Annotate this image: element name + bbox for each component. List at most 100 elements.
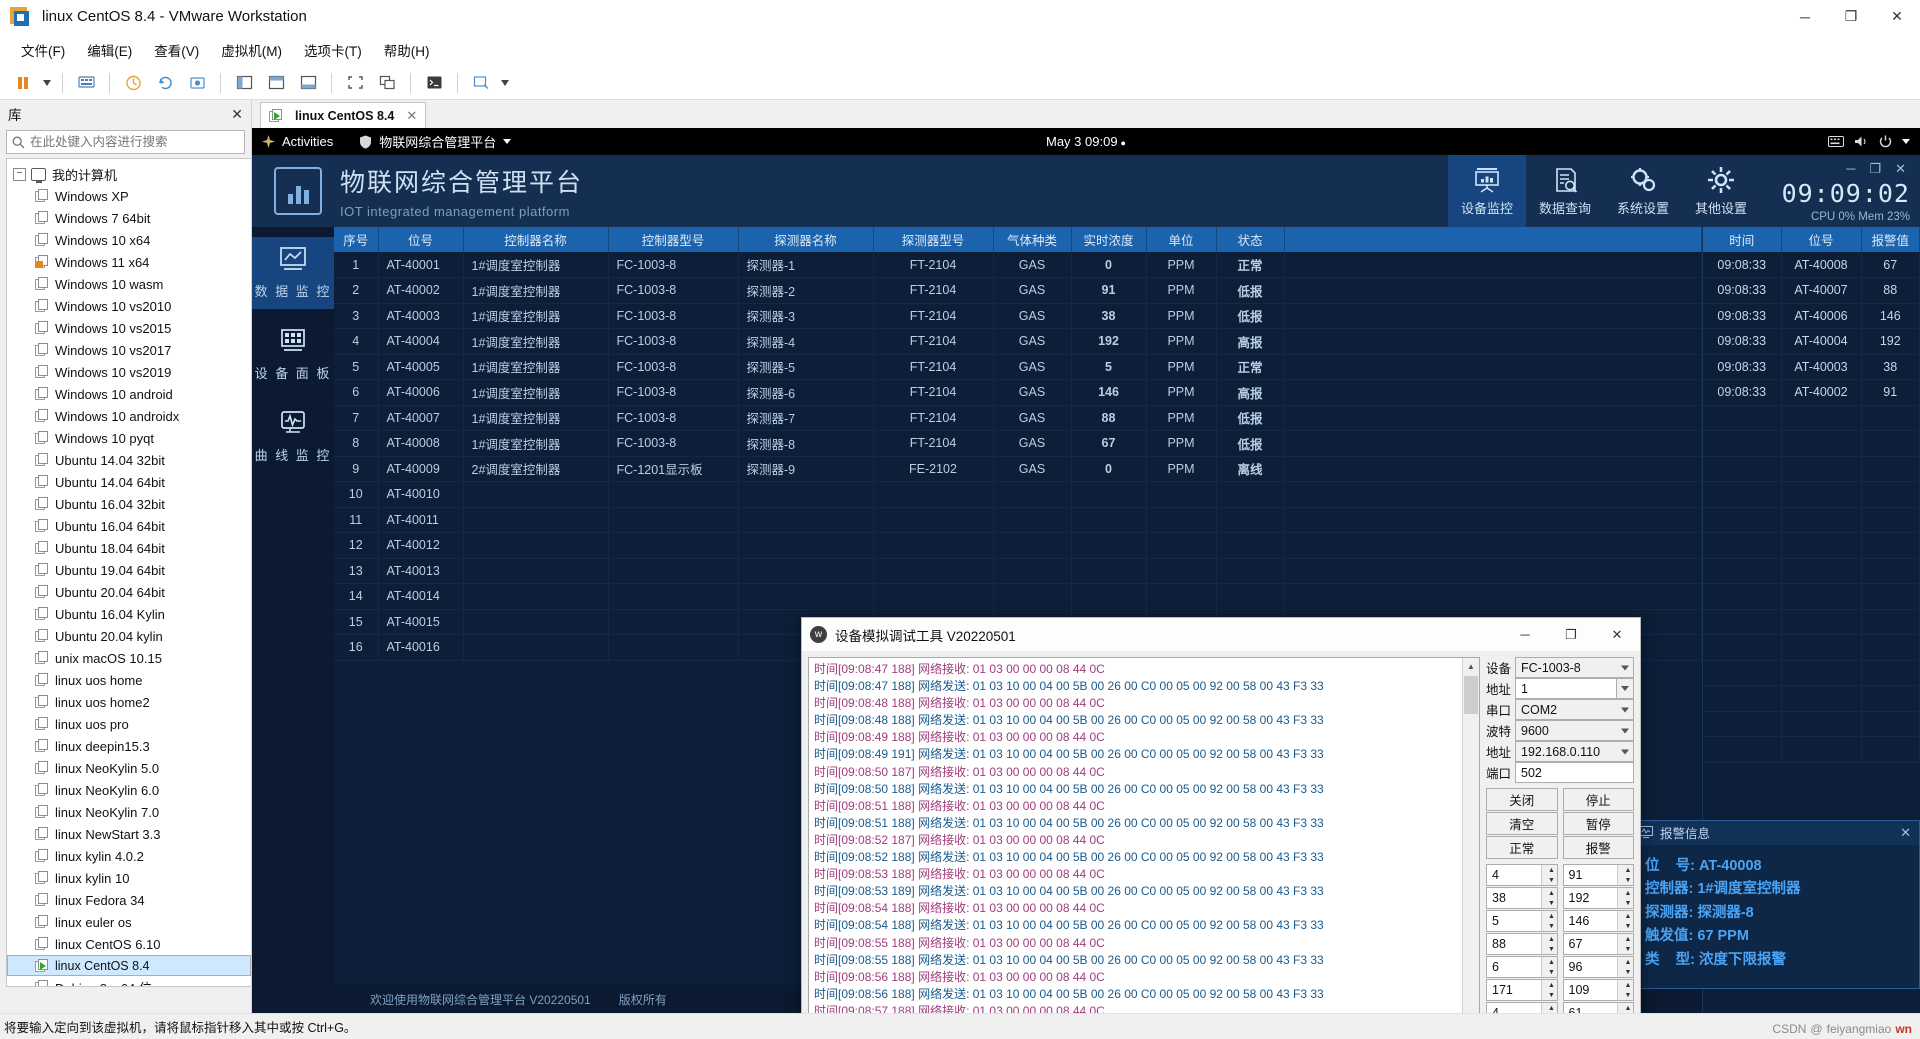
tree-root-my-computer[interactable]: − 我的计算机 <box>7 163 251 185</box>
stepper-up-icon[interactable]: ▲ <box>1623 865 1633 875</box>
field-select[interactable]: 192.168.0.110 <box>1515 741 1634 762</box>
table-row[interactable]: 5AT-400051#调度室控制器FC-1003-8探测器-5FT-2104GA… <box>334 354 1702 380</box>
show-console-icon[interactable] <box>293 69 323 97</box>
table-row[interactable]: 9AT-400092#调度室控制器FC-1201显示板探测器-9FE-2102G… <box>334 456 1702 482</box>
library-item[interactable]: linux NeoKylin 6.0 <box>7 779 251 801</box>
action-button[interactable]: 停止 <box>1563 788 1635 811</box>
table-row[interactable]: 14AT-40014 <box>334 584 1702 610</box>
stepper-down-icon[interactable]: ▼ <box>1547 944 1557 954</box>
debug-tool-dialog[interactable]: w 设备模拟调试工具 V20220501 ─ ❐ ✕ 时间[09:08:47 1… <box>801 617 1641 1013</box>
library-item[interactable]: Ubuntu 16.04 64bit <box>7 515 251 537</box>
library-item[interactable]: linux NeoKylin 5.0 <box>7 757 251 779</box>
library-item[interactable]: Windows 10 android <box>7 383 251 405</box>
library-item[interactable]: linux CentOS 8.4 <box>7 955 251 976</box>
library-item[interactable]: linux NewStart 3.3 <box>7 823 251 845</box>
stepper-buttons[interactable]: ▲▼ <box>1617 980 1633 1000</box>
log-output-box[interactable]: 时间[09:08:47 188] 网络接收: 01 03 00 00 00 08… <box>808 657 1480 1013</box>
caret-down-icon-2[interactable] <box>498 69 512 97</box>
library-item[interactable]: Ubuntu 20.04 64bit <box>7 581 251 603</box>
stepper-buttons[interactable]: ▲▼ <box>1541 980 1557 1000</box>
vm-tab-close-icon[interactable]: ✕ <box>406 108 417 124</box>
chevron-down-icon[interactable] <box>1621 665 1629 670</box>
scroll-up-icon[interactable]: ▲ <box>1463 658 1479 675</box>
stepper-buttons[interactable]: ▲▼ <box>1617 1003 1633 1013</box>
stepper-up-icon[interactable]: ▲ <box>1547 911 1557 921</box>
stepper-down-icon[interactable]: ▼ <box>1623 944 1633 954</box>
snapshot-icon[interactable] <box>118 69 148 97</box>
library-close-icon[interactable]: ✕ <box>231 106 243 123</box>
nav-system-settings[interactable]: 系统设置 <box>1604 155 1682 227</box>
pause-icon[interactable] <box>8 69 38 97</box>
sidebar-item-device-panel[interactable]: 设 备 面 板 <box>252 319 334 391</box>
quantity-stepper[interactable]: 4▲▼ <box>1486 1002 1558 1013</box>
nav-device-monitor[interactable]: 设备监控 <box>1448 155 1526 227</box>
dialog-close-button[interactable]: ✕ <box>1594 618 1640 651</box>
chevron-down-icon[interactable] <box>1621 749 1629 754</box>
library-item[interactable]: Ubuntu 14.04 32bit <box>7 449 251 471</box>
port-input[interactable]: 502 <box>1515 762 1634 783</box>
quantity-stepper[interactable]: 91▲▼ <box>1563 864 1635 886</box>
stepper-buttons[interactable]: ▲▼ <box>1541 934 1557 954</box>
field-select[interactable]: 9600 <box>1515 720 1634 741</box>
action-button[interactable]: 暂停 <box>1563 812 1635 835</box>
menu-file[interactable]: 文件(F) <box>10 36 76 64</box>
stepper-up-icon[interactable]: ▲ <box>1623 957 1633 967</box>
stepper-buttons[interactable]: ▲▼ <box>1617 865 1633 885</box>
stepper-buttons[interactable]: ▲▼ <box>1541 911 1557 931</box>
table-row[interactable]: 1AT-400011#调度室控制器FC-1003-8探测器-1FT-2104GA… <box>334 252 1702 278</box>
menu-view[interactable]: 查看(V) <box>143 36 210 64</box>
library-item[interactable]: Ubuntu 14.04 64bit <box>7 471 251 493</box>
chevron-down-icon[interactable] <box>1621 707 1629 712</box>
library-item[interactable]: Ubuntu 16.04 32bit <box>7 493 251 515</box>
stepper-buttons[interactable]: ▲▼ <box>1617 934 1633 954</box>
scrollbar-thumb[interactable] <box>1464 676 1478 714</box>
library-item[interactable]: Ubuntu 20.04 kylin <box>7 625 251 647</box>
quantity-stepper[interactable]: 61▲▼ <box>1563 1002 1635 1013</box>
nav-data-query[interactable]: 数据查询 <box>1526 155 1604 227</box>
quantity-stepper[interactable]: 88▲▼ <box>1486 933 1558 955</box>
quantity-stepper[interactable]: 96▲▼ <box>1563 956 1635 978</box>
stepper-buttons[interactable]: ▲▼ <box>1617 957 1633 977</box>
fullscreen-icon[interactable] <box>340 69 370 97</box>
library-item[interactable]: Windows 10 wasm <box>7 273 251 295</box>
quantity-stepper[interactable]: 109▲▼ <box>1563 979 1635 1001</box>
quantity-stepper[interactable]: 146▲▼ <box>1563 910 1635 932</box>
alarm-row[interactable]: 09:08:33AT-4000867 <box>1703 252 1920 278</box>
library-item[interactable]: Ubuntu 18.04 64bit <box>7 537 251 559</box>
guest-screen[interactable]: Activities 物联网综合管理平台 May 3 09:09● <box>252 128 1920 1013</box>
quantity-stepper[interactable]: 4▲▼ <box>1486 864 1558 886</box>
vm-tab-centos[interactable]: linux CentOS 8.4 ✕ <box>260 102 426 128</box>
library-item[interactable]: Ubuntu 16.04 Kylin <box>7 603 251 625</box>
stepper-down-icon[interactable]: ▼ <box>1623 967 1633 977</box>
library-item[interactable]: linux CentOS 6.10 <box>7 933 251 955</box>
quantity-stepper[interactable]: 67▲▼ <box>1563 933 1635 955</box>
quantity-stepper[interactable]: 171▲▼ <box>1486 979 1558 1001</box>
quantity-stepper[interactable]: 38▲▼ <box>1486 887 1558 909</box>
alarm-row[interactable]: 09:08:33AT-4000788 <box>1703 278 1920 304</box>
stepper-up-icon[interactable]: ▲ <box>1547 865 1557 875</box>
dialog-maximize-button[interactable]: ❐ <box>1548 618 1594 651</box>
alarm-popup-close-icon[interactable]: ✕ <box>1900 825 1911 841</box>
chevron-down-icon[interactable] <box>1616 679 1633 698</box>
alarm-row[interactable]: 09:08:33AT-40006146 <box>1703 303 1920 329</box>
stepper-down-icon[interactable]: ▼ <box>1547 875 1557 885</box>
table-row[interactable]: 10AT-40010 <box>334 482 1702 508</box>
quantity-stepper[interactable]: 192▲▼ <box>1563 887 1635 909</box>
library-item[interactable]: Windows 10 vs2019 <box>7 361 251 383</box>
snapshot-manager-icon[interactable] <box>182 69 212 97</box>
library-tree[interactable]: − 我的计算机 Windows XPWindows 7 64bitWindows… <box>6 158 251 987</box>
revert-snapshot-icon[interactable] <box>150 69 180 97</box>
log-scrollbar[interactable]: ▲ ▼ <box>1462 658 1479 1013</box>
field-select[interactable]: 1 <box>1515 678 1634 699</box>
stepper-down-icon[interactable]: ▼ <box>1547 990 1557 1000</box>
gnome-activities-button[interactable]: Activities <box>262 134 333 149</box>
library-search[interactable] <box>6 130 245 154</box>
library-item[interactable]: linux Fedora 34 <box>7 889 251 911</box>
library-item[interactable]: Windows 10 x64 <box>7 229 251 251</box>
action-button[interactable]: 正常 <box>1486 836 1558 859</box>
stepper-up-icon[interactable]: ▲ <box>1547 980 1557 990</box>
stepper-buttons[interactable]: ▲▼ <box>1541 1003 1557 1013</box>
preferences-icon[interactable] <box>466 69 496 97</box>
table-row[interactable]: 7AT-400071#调度室控制器FC-1003-8探测器-7FT-2104GA… <box>334 405 1702 431</box>
stepper-buttons[interactable]: ▲▼ <box>1541 865 1557 885</box>
